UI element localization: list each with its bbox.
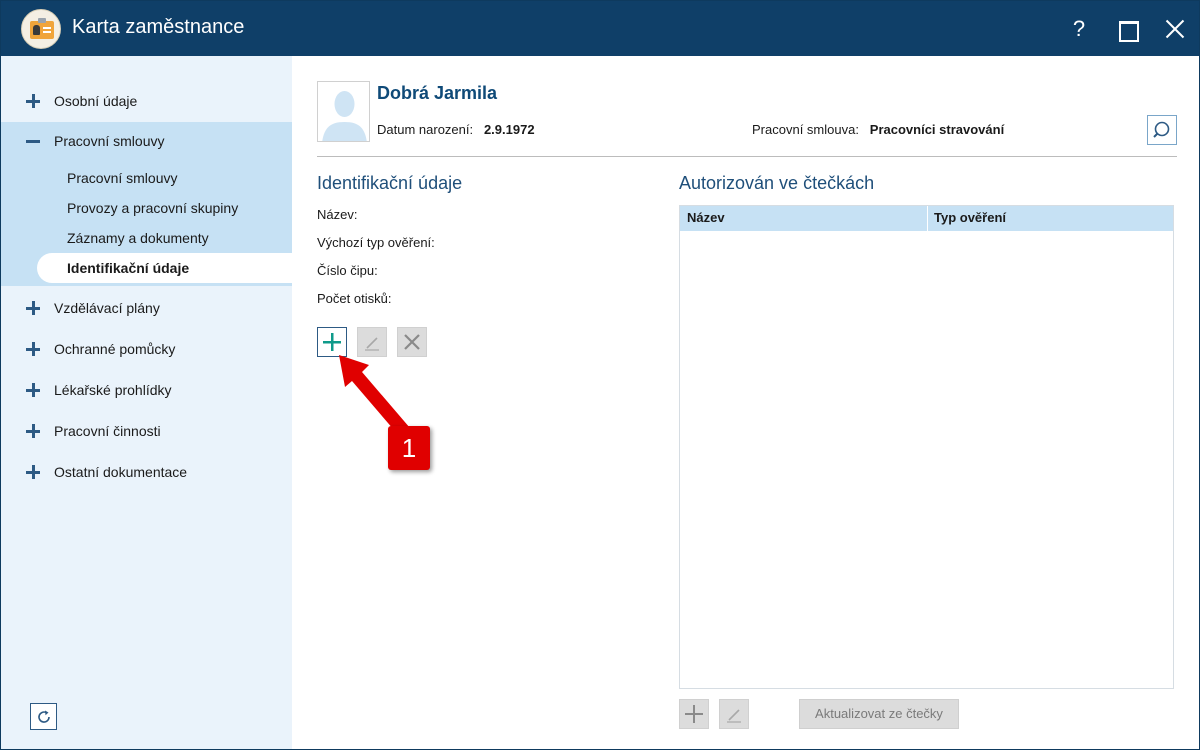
sidebar-group-pracovni-smlouvy: Pracovní smlouvy Pracovní smlouvy Provoz… [1, 122, 292, 286]
sidebar: Osobní údaje Pracovní smlouvy Pracovní s… [1, 56, 292, 749]
add-button[interactable] [317, 327, 347, 357]
sidebar-item-label: Vzdělávací plány [54, 300, 160, 316]
field-vychozi-typ-overeni: Výchozí typ ověření: [317, 235, 435, 250]
main-panel: Dobrá Jarmila Datum narození: 2.9.1972 P… [292, 56, 1199, 749]
person-placeholder-icon [322, 91, 367, 141]
readers-edit-button[interactable] [719, 699, 749, 729]
expand-icon [26, 383, 40, 397]
sidebar-subitem-provozy[interactable]: Provozy a pracovní skupiny [37, 193, 292, 223]
contract: Pracovní smlouva: Pracovníci stravování [752, 122, 1004, 137]
birth-date-label: Datum narození: [377, 122, 474, 137]
sidebar-item-pracovni-cinnosti[interactable]: Pracovní činnosti [1, 412, 292, 452]
identification-title: Identifikační údaje [317, 173, 463, 193]
sidebar-item-label: Lékařské prohlídky [54, 382, 172, 398]
header-divider [317, 156, 1177, 157]
employee-card-icon [21, 9, 61, 49]
expand-icon [26, 301, 40, 315]
sidebar-item-osobni-udaje[interactable]: Osobní údaje [1, 82, 292, 122]
close-icon [404, 334, 420, 350]
readers-table[interactable]: Název Typ ověření [679, 205, 1174, 689]
expand-icon [26, 342, 40, 356]
column-divider [927, 206, 928, 231]
expand-icon [26, 465, 40, 479]
readers-title: Autorizován ve čtečkách [679, 173, 875, 193]
sidebar-item-ostatni-dokumentace[interactable]: Ostatní dokumentace [1, 453, 292, 493]
search-icon [1153, 121, 1170, 138]
update-from-reader-button[interactable]: Aktualizovat ze čtečky [799, 699, 959, 729]
sidebar-subitem-label: Identifikační údaje [67, 260, 190, 276]
pencil-icon [727, 709, 741, 723]
sidebar-item-label: Osobní údaje [54, 93, 138, 109]
refresh-icon [38, 710, 50, 723]
sidebar-subitem-label: Pracovní smlouvy [67, 170, 178, 186]
employee-name: Dobrá Jarmila [377, 83, 498, 103]
window-title: Karta zaměstnance [72, 16, 245, 38]
sidebar-item-ochranne-pomucky[interactable]: Ochranné pomůcky [1, 330, 292, 370]
field-pocet-otisku: Počet otisků: [317, 291, 392, 306]
field-cislo-cipu: Číslo čipu: [317, 263, 378, 278]
sidebar-subitem-zaznamy[interactable]: Záznamy a dokumenty [37, 223, 292, 253]
column-header-nazev[interactable]: Název [687, 210, 725, 225]
refresh-button[interactable] [30, 703, 57, 730]
expand-icon [26, 94, 40, 108]
sidebar-item-label: Pracovní smlouvy [54, 133, 165, 149]
employee-photo [317, 81, 370, 142]
title-bar: Karta zaměstnance ? [1, 1, 1199, 56]
sidebar-subitem-label: Záznamy a dokumenty [67, 230, 209, 246]
table-header: Název Typ ověření [680, 206, 1173, 231]
sidebar-subitem-label: Provozy a pracovní skupiny [67, 200, 239, 216]
employee-card-window: Karta zaměstnance ? Osobní údaje Pracovn… [0, 0, 1200, 750]
sidebar-subitem-pracovni-smlouvy[interactable]: Pracovní smlouvy [37, 163, 292, 193]
column-header-typ-overeni[interactable]: Typ ověření [934, 210, 1006, 225]
edit-button[interactable] [357, 327, 387, 357]
callout-badge: 1 [388, 426, 430, 470]
field-nazev: Název: [317, 207, 358, 222]
plus-icon [685, 705, 703, 723]
sidebar-item-lekarske-prohlidky[interactable]: Lékařské prohlídky [1, 371, 292, 411]
contract-value: Pracovníci stravování [869, 122, 1005, 137]
pencil-icon [365, 337, 379, 351]
sidebar-item-label: Pracovní činnosti [54, 423, 161, 439]
search-button[interactable] [1147, 115, 1177, 145]
collapse-icon [26, 134, 40, 148]
maximize-button[interactable] [1111, 13, 1143, 45]
sidebar-item-pracovni-smlouvy[interactable]: Pracovní smlouvy [1, 122, 292, 162]
sidebar-subitem-identifikacni-udaje[interactable]: Identifikační údaje [37, 253, 292, 283]
sidebar-item-label: Ochranné pomůcky [54, 341, 176, 357]
sidebar-item-vzdelavaci-plany[interactable]: Vzdělávací plány [1, 289, 292, 329]
readers-add-button[interactable] [679, 699, 709, 729]
plus-icon [323, 333, 341, 351]
close-button[interactable] [1159, 13, 1191, 45]
sidebar-item-label: Ostatní dokumentace [54, 464, 188, 480]
birth-date: Datum narození: 2.9.1972 [377, 122, 535, 137]
birth-date-value: 2.9.1972 [483, 122, 535, 137]
delete-button[interactable] [397, 327, 427, 357]
contract-label: Pracovní smlouva: [752, 122, 859, 137]
expand-icon [26, 424, 40, 438]
help-button[interactable]: ? [1063, 13, 1095, 45]
